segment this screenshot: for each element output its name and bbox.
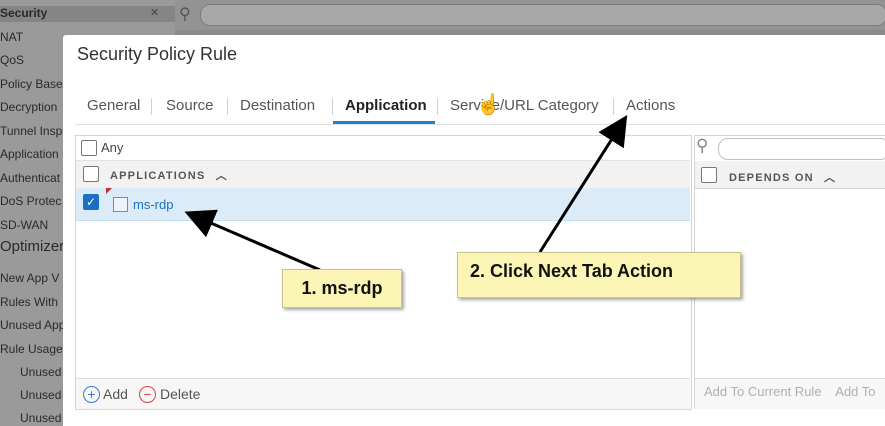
arrow-to-ms-rdp: [184, 209, 321, 272]
hand-cursor-icon: ☝: [476, 94, 501, 116]
annotation-arrows: [184, 114, 628, 272]
arrow-to-actions-tab: [538, 114, 628, 253]
annotation-callout-1: 1. ms-rdp: [282, 269, 402, 308]
annotation-callout-2: 2. Click Next Tab Action: [457, 252, 741, 298]
